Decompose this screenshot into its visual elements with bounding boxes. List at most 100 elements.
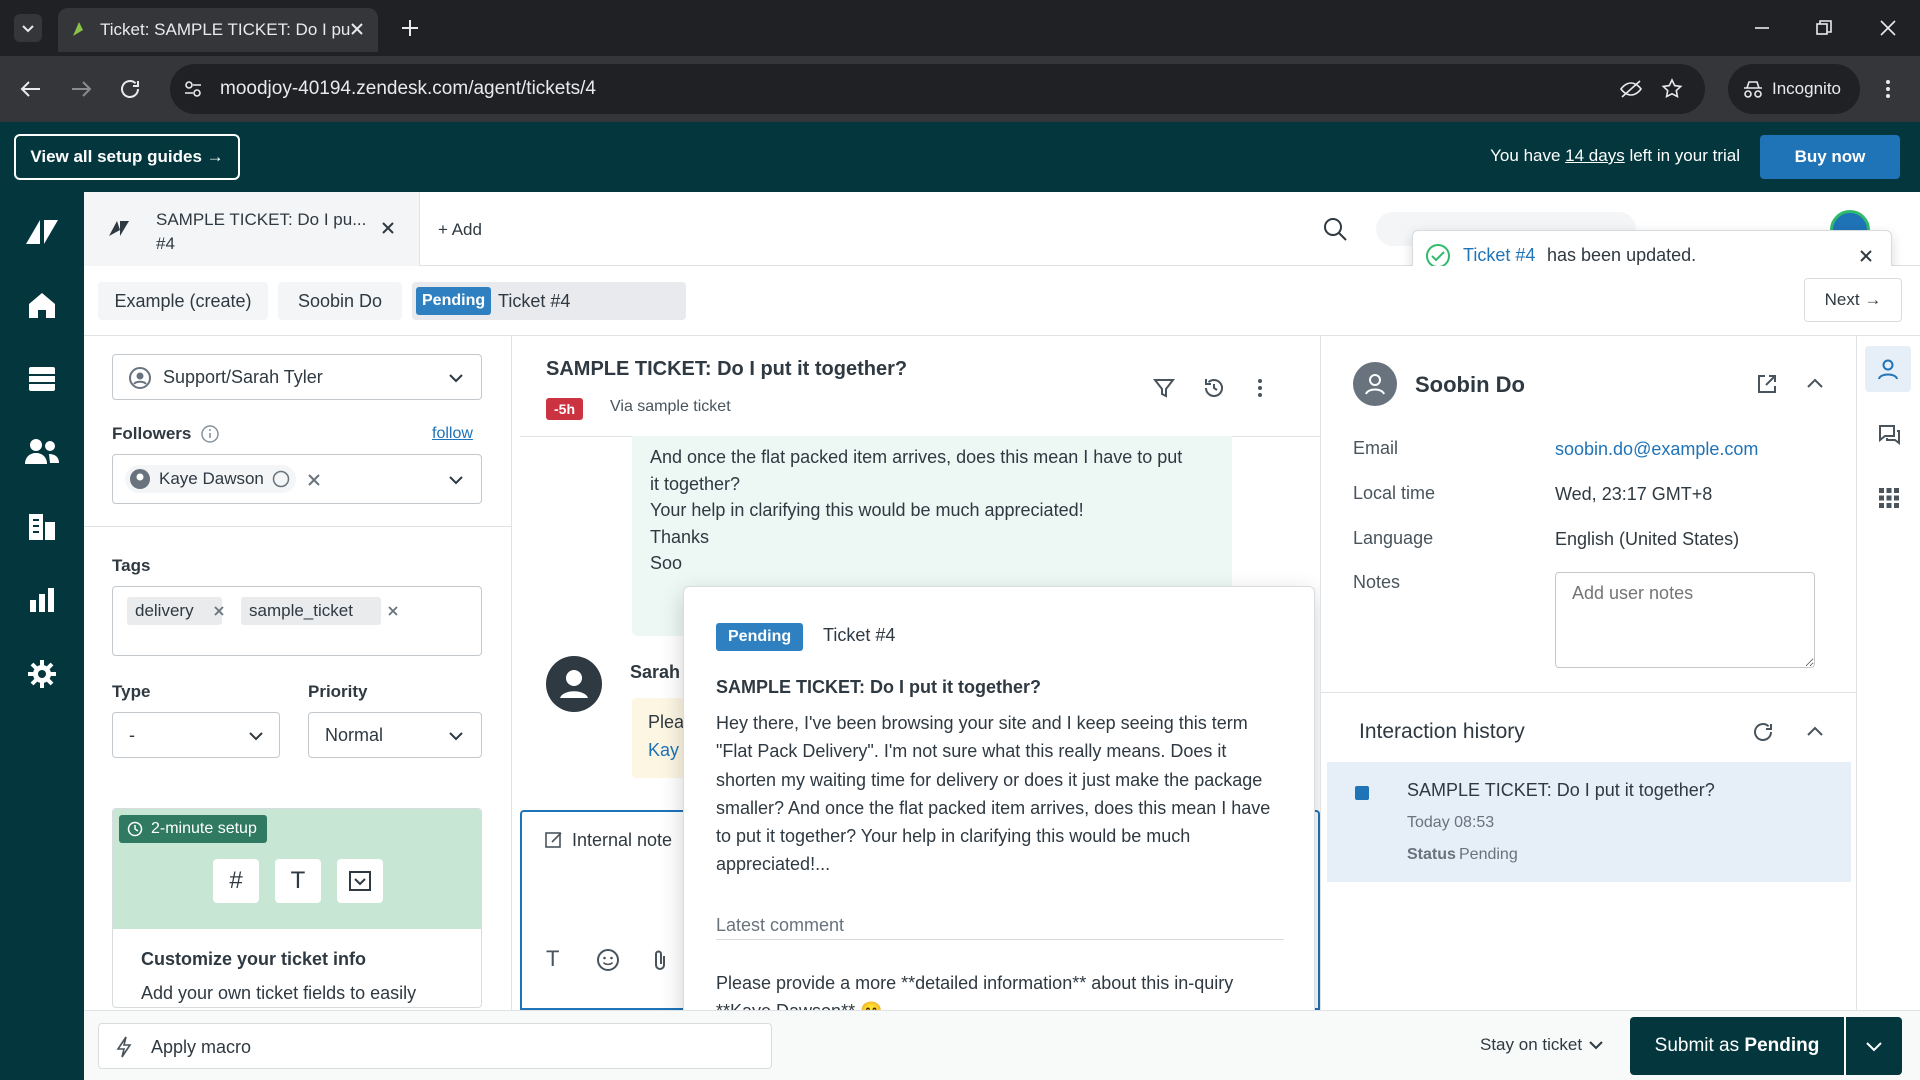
remove-follower-icon[interactable]	[307, 473, 321, 487]
breadcrumb-ticket[interactable]: Pending Ticket #4	[412, 282, 686, 320]
attachment-icon[interactable]	[650, 948, 670, 972]
refresh-icon[interactable]	[1751, 720, 1775, 744]
browser-tab[interactable]: Ticket: SAMPLE TICKET: Do I pu	[58, 8, 378, 52]
trial-notice: You have 14 days left in your trial	[1490, 146, 1740, 166]
chevron-up-icon[interactable]	[1805, 374, 1825, 394]
restore-icon[interactable]	[1812, 16, 1836, 40]
status-badge: Pending	[716, 623, 804, 651]
history-icon[interactable]	[1202, 376, 1226, 400]
clock-icon	[127, 821, 143, 837]
emoji-icon[interactable]	[596, 948, 620, 972]
home-icon[interactable]	[26, 290, 58, 320]
address-bar[interactable]: moodjoy-40194.zendesk.com/agent/tickets/…	[170, 64, 1705, 114]
new-tab-icon[interactable]	[398, 16, 422, 40]
next-button[interactable]: Next →	[1804, 278, 1902, 322]
browser-tab-strip: Ticket: SAMPLE TICKET: Do I pu	[0, 0, 1920, 56]
toast-ticket-link[interactable]: Ticket #4	[1463, 245, 1535, 266]
workspace-ticket-tab[interactable]: SAMPLE TICKET: Do I pu... #4	[84, 192, 420, 266]
follower-name: Kaye Dawson	[159, 469, 264, 488]
assignee-select[interactable]: Support/Sarah Tyler	[112, 354, 482, 400]
workspace-tab-number: #4	[156, 234, 175, 253]
submit-options-button[interactable]	[1846, 1017, 1902, 1075]
message-line: Your help in clarifying this would be mu…	[650, 500, 1084, 520]
text-format-icon[interactable]: T	[546, 946, 559, 972]
open-external-icon[interactable]	[1755, 372, 1779, 396]
follow-link[interactable]: follow	[432, 425, 473, 443]
view-setup-guides-button[interactable]: View all setup guides →	[14, 134, 240, 180]
tags-field[interactable]: delivery sample_ticket	[112, 586, 482, 656]
message-line: And once the flat packed item arrives, d…	[650, 447, 1183, 467]
type-value: -	[129, 725, 135, 745]
add-tab-button[interactable]: + Add	[438, 220, 482, 240]
chevron-up-icon[interactable]	[1805, 722, 1825, 742]
sla-badge: -5h	[546, 398, 583, 420]
notes-label: Notes	[1353, 572, 1401, 592]
close-window-icon[interactable]	[1876, 16, 1900, 40]
admin-gear-icon[interactable]	[26, 658, 58, 690]
history-item[interactable]: SAMPLE TICKET: Do I put it together? Tod…	[1327, 762, 1851, 882]
breadcrumb-create[interactable]: Example (create)	[98, 282, 268, 320]
stay-on-ticket-label[interactable]: Stay on ticket	[1480, 1035, 1582, 1055]
apply-macro-button[interactable]: Apply macro	[98, 1023, 772, 1069]
trial-prefix: You have	[1490, 146, 1561, 165]
breadcrumb-requester[interactable]: Soobin Do	[278, 282, 402, 320]
organizations-icon[interactable]	[26, 510, 58, 542]
tab-search-button[interactable]	[14, 14, 42, 42]
via-text: Via sample ticket	[610, 398, 731, 415]
internal-note-label[interactable]: Internal note	[572, 830, 672, 851]
user-icon	[129, 367, 151, 389]
context-panel: Soobin Do Email soobin.do@example.com Lo…	[1320, 336, 1857, 1010]
remove-tag-icon[interactable]	[213, 605, 225, 617]
close-icon[interactable]	[1859, 249, 1873, 263]
user-notes-input[interactable]	[1555, 572, 1815, 668]
trial-days-link[interactable]: 14 days	[1565, 146, 1625, 165]
avatar-icon	[130, 469, 150, 489]
incognito-badge[interactable]: Incognito	[1728, 64, 1860, 114]
forward-icon[interactable]	[68, 77, 94, 101]
reload-icon[interactable]	[118, 77, 144, 101]
email-value[interactable]: soobin.do@example.com	[1555, 439, 1758, 460]
minimize-icon[interactable]	[1750, 16, 1774, 40]
type-label: Type	[112, 682, 151, 701]
filter-icon[interactable]	[1152, 376, 1176, 400]
conversations-icon[interactable]	[1877, 422, 1901, 446]
submit-button[interactable]: Submit as Pending	[1630, 1017, 1844, 1075]
close-tab-icon[interactable]	[348, 20, 366, 38]
priority-select[interactable]: Normal	[308, 712, 482, 758]
agent-avatar-icon	[560, 670, 588, 698]
tag-chip: sample_ticket	[241, 597, 381, 625]
setup-card-text: Add your own ticket fields to easily	[141, 983, 417, 1003]
customers-icon[interactable]	[24, 436, 60, 466]
apps-grid-icon[interactable]	[1877, 486, 1901, 510]
agent-icon	[272, 470, 290, 488]
requester-name[interactable]: Soobin Do	[1415, 372, 1525, 398]
close-tab-icon[interactable]	[380, 220, 396, 236]
info-icon[interactable]	[200, 424, 220, 444]
more-options-icon[interactable]	[1252, 376, 1268, 400]
site-info-icon[interactable]	[182, 78, 204, 100]
email-label: Email	[1353, 438, 1399, 458]
star-icon[interactable]	[1660, 77, 1684, 101]
back-icon[interactable]	[18, 77, 44, 101]
user-icon	[1878, 359, 1898, 380]
ticket-status-icon	[1355, 786, 1369, 800]
reporting-icon[interactable]	[28, 586, 56, 614]
setup-banner: View all setup guides → You have 14 days…	[0, 122, 1920, 192]
eye-off-icon[interactable]	[1618, 77, 1644, 101]
user-panel-button[interactable]	[1865, 346, 1911, 392]
search-icon[interactable]	[1322, 216, 1348, 242]
zendesk-logo-icon[interactable]	[24, 216, 60, 246]
remove-tag-icon[interactable]	[387, 605, 399, 617]
history-item-title: SAMPLE TICKET: Do I put it together?	[1407, 780, 1715, 800]
trial-suffix: left in your trial	[1629, 146, 1740, 165]
kebab-menu-icon[interactable]	[1878, 77, 1898, 101]
buy-now-button[interactable]: Buy now	[1760, 135, 1900, 179]
views-icon[interactable]	[26, 364, 58, 394]
chevron-down-icon[interactable]	[1588, 1037, 1604, 1053]
chevron-down-icon[interactable]	[447, 471, 465, 489]
chevron-down-icon	[249, 732, 263, 741]
followers-field[interactable]: Kaye Dawson	[112, 454, 482, 504]
message-body: And once the flat packed item arrives, d…	[650, 444, 1182, 577]
ticket-footer: Apply macro Stay on ticket Submit as Pen…	[84, 1010, 1920, 1080]
type-select[interactable]: -	[112, 712, 280, 758]
